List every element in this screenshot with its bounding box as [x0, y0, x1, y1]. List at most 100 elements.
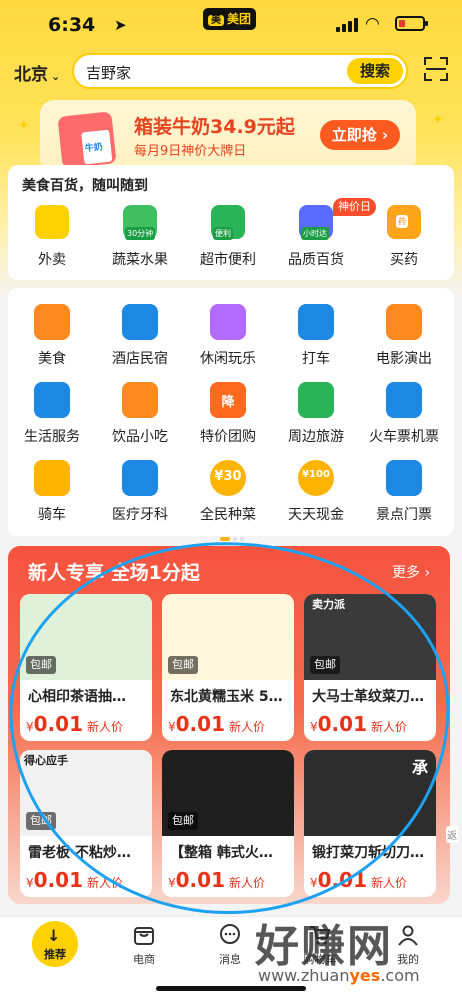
service-9[interactable]: 火车票机票 — [360, 382, 448, 452]
service-11[interactable]: 医疗牙科 — [96, 460, 184, 530]
medical-cross-icon — [122, 460, 158, 496]
card-title: 美食百货，随叫随到 — [22, 178, 148, 194]
service-label: 医疗牙科 — [112, 507, 168, 523]
service-label: 火车票机票 — [369, 429, 439, 445]
app-badge-label: 美团 — [227, 12, 252, 26]
search-button[interactable]: 搜索 — [347, 58, 403, 84]
nav-ecommerce[interactable]: 电商 — [104, 921, 184, 981]
service-6[interactable]: 饮品小吃 — [96, 382, 184, 452]
icon-glyph: ¥100 — [302, 469, 330, 480]
category-label: 超市便利 — [200, 252, 256, 268]
hotel-building-icon — [122, 304, 158, 340]
search-input[interactable]: 吉野家 搜索 — [72, 53, 408, 89]
grab-now-button[interactable]: 立即抢 › — [320, 120, 400, 150]
nav-label: 推荐 — [44, 948, 66, 961]
service-label: 骑车 — [38, 507, 66, 523]
service-7[interactable]: 降特价团购 — [184, 382, 272, 452]
service-3[interactable]: 打车 — [272, 304, 360, 374]
nav-recommend[interactable]: ↓ 推荐 — [32, 921, 78, 967]
location-arrow-icon: ➤ — [114, 16, 127, 34]
sparkle-icon: ✦ — [432, 112, 444, 128]
discount-arrow-icon: 降 — [210, 382, 246, 418]
app-badge: 美美团 — [203, 8, 257, 30]
side-tab[interactable]: 返 — [446, 826, 458, 843]
sunflower-icon: ¥30 — [210, 460, 246, 496]
icon-tag: 30分钟 — [125, 227, 156, 240]
status-bar: 6:34 ➤ 美美团 ◠ — [0, 0, 462, 48]
category-label: 蔬菜水果 — [112, 252, 168, 268]
signal-icon — [336, 18, 358, 32]
category-0[interactable]: 外卖 — [8, 205, 96, 275]
service-label: 全民种菜 — [200, 507, 256, 523]
city-selector[interactable]: 北京 ⌄ — [14, 60, 60, 85]
watermark-logo: 好赚网 — [255, 921, 393, 972]
nav-label: 电商 — [133, 953, 155, 966]
service-4[interactable]: 电影演出 — [360, 304, 448, 374]
down-arrow-icon: ↓ — [47, 926, 61, 945]
service-13[interactable]: ¥100 天天现金 — [272, 460, 360, 530]
chat-bubble-icon — [220, 924, 240, 944]
category-1[interactable]: 30分钟蔬菜水果 — [96, 205, 184, 275]
scan-icon[interactable] — [424, 57, 448, 81]
category-4[interactable]: 药买药 — [360, 205, 448, 275]
category-label: 品质百货 — [288, 252, 344, 268]
watermark-url-prefix: www.zhuan — [258, 966, 350, 985]
service-8[interactable]: 周边旅游 — [272, 382, 360, 452]
service-14[interactable]: 景点门票 — [360, 460, 448, 530]
palm-tree-icon — [298, 382, 334, 418]
watermark-url-suffix: .com — [380, 966, 420, 985]
category-3[interactable]: 小时达 品质百货 — [272, 205, 360, 275]
supermarket-basket-icon: 便利 — [211, 205, 245, 240]
medicine-box-icon: 药 — [387, 205, 421, 239]
icon-glyph: 降 — [221, 395, 235, 410]
watermark-url: www.zhuanyes.com — [258, 966, 420, 985]
vegetable-basket-icon: 30分钟 — [123, 205, 157, 240]
coin-icon: ¥100 — [298, 460, 334, 496]
bicycle-icon — [34, 460, 70, 496]
home-indicator — [156, 986, 306, 991]
service-label: 酒店民宿 — [112, 351, 168, 367]
service-grid-card: 美食 酒店民宿 休闲玩乐 打车 电影演出 生活服务 饮品小吃降特价团购 周边旅游 火车票机票 骑车… — [8, 288, 454, 541]
service-10[interactable]: 骑车 — [8, 460, 96, 530]
city-label: 北京 — [14, 65, 48, 85]
milk-box-icon: 牛奶 — [57, 111, 117, 169]
service-1[interactable]: 酒店民宿 — [96, 304, 184, 374]
clock: 6:34 — [48, 14, 96, 36]
promo-banner[interactable]: 牛奶 箱装牛奶34.9元起 每月9日神价大牌日 立即抢 › — [40, 100, 416, 172]
category-label: 外卖 — [38, 252, 66, 268]
service-label: 饮品小吃 — [112, 429, 168, 445]
user-icon — [398, 925, 418, 946]
currency-symbol: ¥ — [26, 876, 34, 890]
service-label: 生活服务 — [24, 429, 80, 445]
price-tag: 新人价 — [371, 876, 408, 890]
category-2[interactable]: 便利超市便利 — [184, 205, 272, 275]
car-icon — [298, 304, 334, 340]
service-label: 周边旅游 — [288, 429, 344, 445]
price-value: 0.01 — [33, 868, 83, 892]
service-0[interactable]: 美食 — [8, 304, 96, 374]
temple-icon — [386, 460, 422, 496]
banner-title: 箱装牛奶34.9元起 — [134, 116, 295, 138]
service-label: 景点门票 — [376, 507, 432, 523]
sparkle-icon: ✦ — [18, 118, 30, 134]
airplane-icon — [386, 382, 422, 418]
service-2[interactable]: 休闲玩乐 — [184, 304, 272, 374]
wifi-icon: ◠ — [365, 14, 380, 34]
icon-tag: 便利 — [213, 227, 233, 240]
service-label: 天天现金 — [288, 507, 344, 523]
icon-tag: 小时达 — [301, 227, 329, 240]
service-label: 电影演出 — [376, 351, 432, 367]
shopping-bag-icon — [134, 927, 154, 945]
service-5[interactable]: 生活服务 — [8, 382, 96, 452]
category-label: 买药 — [390, 252, 418, 268]
chevron-down-icon: ⌄ — [51, 70, 61, 83]
watermark-url-highlight: yes — [349, 966, 381, 985]
phone-bag-icon: 小时达 — [299, 205, 333, 240]
more-link[interactable]: 更多 › — [392, 562, 430, 582]
icon-tag: 药 — [396, 215, 408, 228]
quick-delivery-card: 美食百货，随叫随到 神价日 外卖 30分钟 蔬菜水果 便利 超市便利 小时达 品质百货药买药 — [8, 165, 454, 280]
service-12[interactable]: ¥30 全民种菜 — [184, 460, 272, 530]
service-label: 特价团购 — [200, 429, 256, 445]
service-label: 美食 — [38, 351, 66, 367]
icon-glyph: ¥30 — [214, 469, 242, 484]
